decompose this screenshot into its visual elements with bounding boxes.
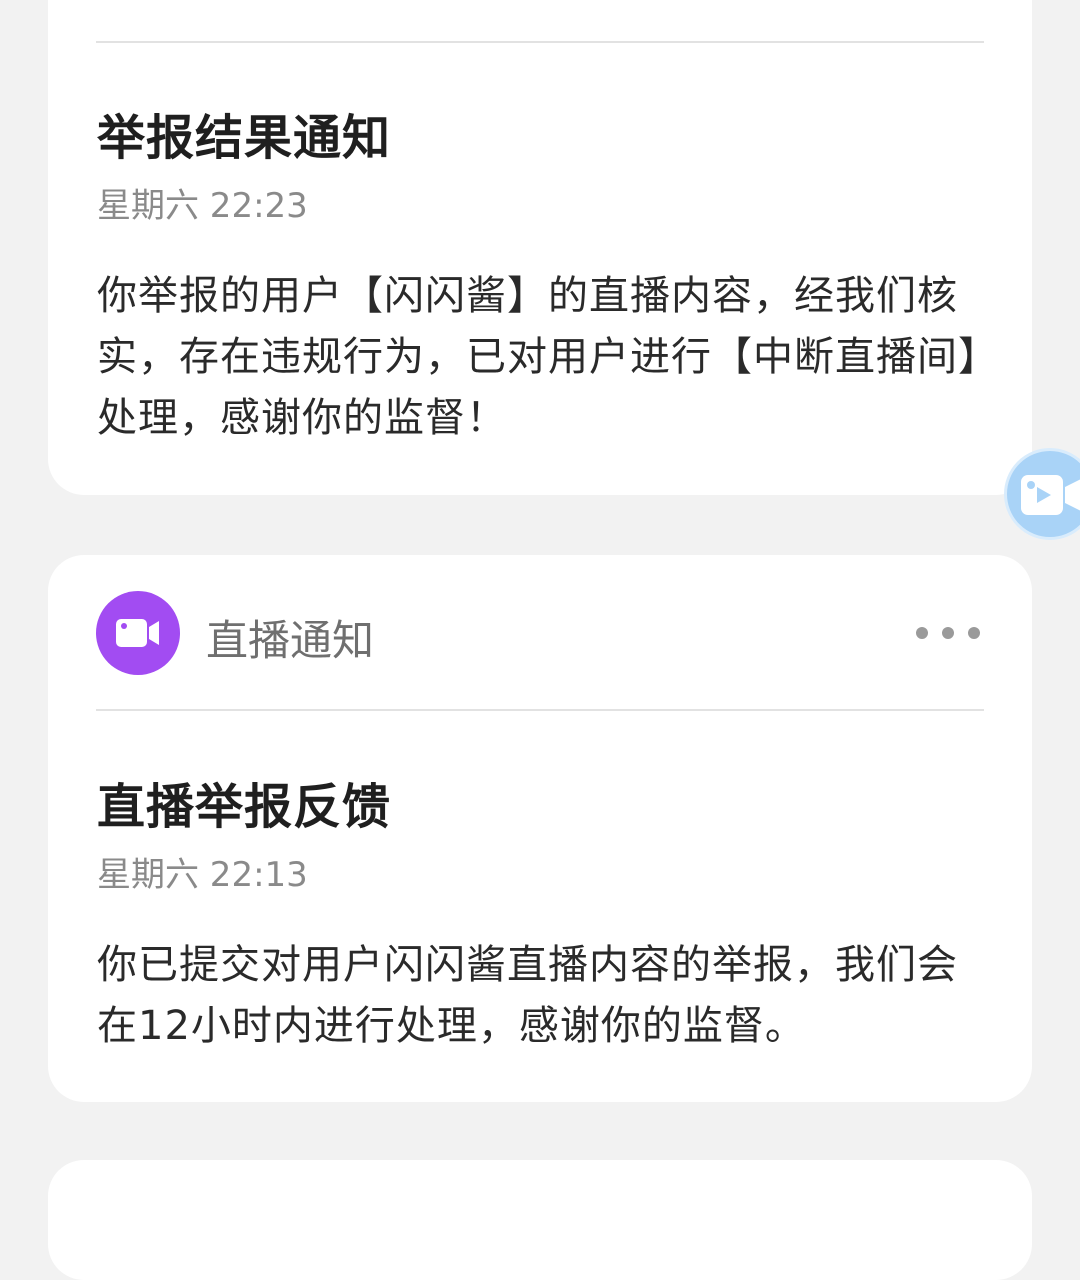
channel-label: 直播通知 xyxy=(206,616,375,665)
more-options-icon[interactable] xyxy=(916,625,980,641)
card-header: 直播通知 xyxy=(96,591,984,675)
notification-body: 你已提交对用户闪闪酱直播内容的举报，我们会在12小时内进行处理，感谢你的监督。 xyxy=(97,942,958,1049)
notification-card-report-result[interactable]: 举报结果通知 星期六 22:23 你举报的用户【闪闪酱】的直播内容，经我们核实，… xyxy=(48,0,1032,495)
notification-title: 直播举报反馈 xyxy=(97,779,392,835)
divider xyxy=(96,709,984,711)
notification-body: 你举报的用户【闪闪酱】的直播内容，经我们核实，存在违规行为，已对用户进行【中断直… xyxy=(97,273,979,441)
live-notification-avatar xyxy=(96,591,180,675)
notification-time: 星期六 22:23 xyxy=(97,186,308,226)
notification-card-next[interactable] xyxy=(48,1160,1032,1280)
notification-title: 举报结果通知 xyxy=(97,110,392,166)
divider xyxy=(96,41,984,43)
notification-card-live-report-feedback[interactable]: 直播通知 直播举报反馈 星期六 22:13 你已提交对用户闪闪酱直播内容的举报，… xyxy=(48,555,1032,1102)
video-camera-icon xyxy=(116,619,159,647)
notification-time: 星期六 22:13 xyxy=(97,855,308,895)
video-camera-icon xyxy=(1021,475,1080,515)
floating-live-button[interactable] xyxy=(1004,448,1080,540)
